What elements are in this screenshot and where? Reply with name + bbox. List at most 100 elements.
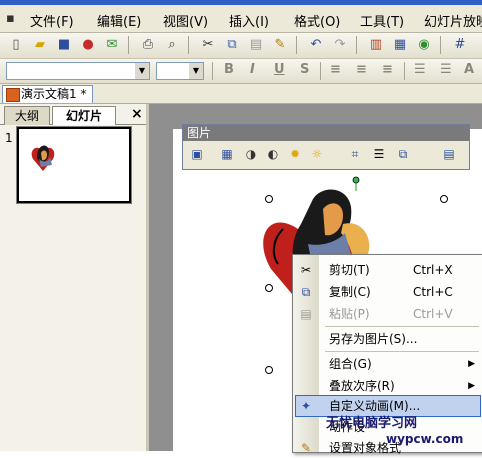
standard-toolbar: ▯ ▰ ■ ● ✉ ⎙ ⌕ ✂ ⧉ ▤ ✎ ↶ ↷ ▥ ▦ ◉ # <box>0 33 482 59</box>
separator <box>440 36 441 54</box>
less-brightness-icon[interactable]: ☼ <box>309 146 325 162</box>
slide-thumbnail[interactable] <box>16 126 132 204</box>
menu-item-order[interactable]: 叠放次序(R) ▶ <box>293 375 482 397</box>
insert-picture-icon[interactable]: ▣ <box>189 146 205 162</box>
print-preview-icon[interactable]: ⌕ <box>164 37 180 53</box>
picture-toolbar-title[interactable]: 图片 <box>183 125 469 141</box>
submenu-arrow-icon: ▶ <box>468 381 475 391</box>
insert-table-icon[interactable]: ▦ <box>392 37 408 53</box>
menu-view[interactable]: 视图(V) <box>163 11 208 30</box>
slide-number: 1 <box>5 131 13 145</box>
compress-pictures-icon[interactable]: ⧉ <box>395 146 411 162</box>
less-contrast-icon[interactable]: ◐ <box>265 146 281 162</box>
menu-item-label: 组合(G) <box>329 357 372 371</box>
menu-separator <box>325 351 479 352</box>
align-center-icon[interactable]: ≡ <box>356 62 367 77</box>
scissors-icon: ✂ <box>300 263 312 277</box>
email-icon[interactable]: ✉ <box>104 37 120 53</box>
resize-handle[interactable] <box>265 195 273 203</box>
chevron-down-icon[interactable]: ▼ <box>189 63 203 79</box>
document-tab-label: 演示文稿1 * <box>21 87 87 101</box>
resize-handle[interactable] <box>265 284 273 292</box>
menu-item-shortcut: Ctrl+V <box>413 307 453 321</box>
shadow-icon[interactable]: S <box>300 62 309 77</box>
panel-tabs: 大纲 幻灯片 × <box>0 104 146 125</box>
menu-item-shortcut: Ctrl+C <box>413 285 453 299</box>
copy-icon[interactable]: ⧉ <box>224 37 240 53</box>
separator <box>188 36 189 54</box>
menu-item-label: 叠放次序(R) <box>329 379 395 393</box>
close-icon[interactable]: × <box>131 106 143 122</box>
bullets-icon[interactable]: ☰ <box>440 62 452 77</box>
menu-item-copy[interactable]: ⧉ 复制(C) Ctrl+C <box>293 281 482 303</box>
menu-item-cut[interactable]: ✂ 剪切(T) Ctrl+X <box>293 259 482 281</box>
format-picture-icon[interactable]: ▤ <box>441 146 457 162</box>
insert-chart-icon[interactable]: ▥ <box>368 37 384 53</box>
menu-tools[interactable]: 工具(T) <box>360 11 404 30</box>
menu-insert[interactable]: 插入(I) <box>229 11 269 30</box>
app-menu-icon[interactable]: ▪ <box>6 11 15 26</box>
redo-icon[interactable]: ↷ <box>332 37 348 53</box>
resize-handle[interactable] <box>265 366 273 374</box>
menu-item-shortcut: Ctrl+X <box>413 263 453 277</box>
menu-edit[interactable]: 编辑(E) <box>97 11 141 30</box>
document-tab-bar: 演示文稿1 * <box>0 84 482 104</box>
print-icon[interactable]: ⎙ <box>140 37 156 53</box>
font-name-combo[interactable]: ▼ <box>6 62 150 80</box>
copy-icon: ⧉ <box>301 285 311 299</box>
paste-icon[interactable]: ▤ <box>248 37 264 53</box>
crop-icon[interactable]: ⌗ <box>347 146 363 162</box>
bold-icon[interactable]: B <box>224 62 234 77</box>
powerpoint-doc-icon <box>6 88 20 102</box>
resize-handle[interactable] <box>440 195 448 203</box>
new-icon[interactable]: ▯ <box>8 37 24 53</box>
menu-item-label: 剪切(T) <box>329 263 370 277</box>
separator <box>128 36 129 54</box>
save-icon[interactable]: ■ <box>56 37 72 53</box>
tab-slides[interactable]: 幻灯片 <box>52 106 116 125</box>
watermark-url: wypcw.com <box>386 432 464 446</box>
tab-outline-label: 大纲 <box>14 109 39 123</box>
format-object-icon: ✎ <box>300 441 312 455</box>
insert-diagram-icon[interactable]: ◉ <box>416 37 432 53</box>
open-icon[interactable]: ▰ <box>32 37 48 53</box>
menu-item-paste[interactable]: ▤ 粘贴(P) Ctrl+V <box>293 303 482 325</box>
submenu-arrow-icon: ▶ <box>468 359 475 369</box>
font-size-combo[interactable]: ▼ <box>156 62 204 80</box>
more-contrast-icon[interactable]: ◑ <box>243 146 259 162</box>
underline-icon[interactable]: U <box>274 62 285 77</box>
menu-separator <box>325 326 479 327</box>
align-right-icon[interactable]: ≡ <box>382 62 393 77</box>
font-grow-icon[interactable]: A <box>464 62 474 77</box>
format-painter-icon[interactable]: ✎ <box>272 37 288 53</box>
paste-icon: ▤ <box>300 307 312 321</box>
menu-item-group[interactable]: 组合(G) ▶ <box>293 353 482 375</box>
menu-item-label: 另存为图片(S)... <box>329 332 418 346</box>
align-left-icon[interactable]: ≡ <box>330 62 341 77</box>
undo-icon[interactable]: ↶ <box>308 37 324 53</box>
thumbnail-clipart-icon <box>31 145 55 171</box>
color-icon[interactable]: ▦ <box>219 146 235 162</box>
menu-slideshow[interactable]: 幻灯片放映 <box>424 11 482 30</box>
picture-toolbar: 图片 ▣ ▦ ◑ ◐ ✹ ☼ ⌗ ☰ ⧉ ▤ <box>182 124 470 170</box>
menu-file[interactable]: 文件(F) <box>30 11 74 30</box>
separator <box>320 62 321 80</box>
formatting-toolbar: ▼ ▼ B I U S ≡ ≡ ≡ ☰ ☰ A <box>0 59 482 84</box>
permission-icon[interactable]: ● <box>80 37 96 53</box>
numbering-icon[interactable]: ☰ <box>414 62 426 77</box>
picture-toolbar-title-text: 图片 <box>187 126 212 140</box>
menu-bar: ▪ 文件(F) 编辑(E) 视图(V) 插入(I) 格式(O) 工具(T) 幻灯… <box>0 5 482 33</box>
chevron-down-icon[interactable]: ▼ <box>135 63 149 79</box>
more-brightness-icon[interactable]: ✹ <box>287 146 303 162</box>
menu-format[interactable]: 格式(O) <box>294 11 340 30</box>
line-style-icon[interactable]: ☰ <box>371 146 387 162</box>
menu-item-save-as-picture[interactable]: 另存为图片(S)... <box>293 328 482 350</box>
separator <box>212 62 213 80</box>
slides-panel: 大纲 幻灯片 × 1 <box>0 104 149 451</box>
italic-icon[interactable]: I <box>250 62 255 77</box>
tab-outline[interactable]: 大纲 <box>4 106 50 125</box>
animation-icon: ✦ <box>300 399 312 413</box>
document-tab[interactable]: 演示文稿1 * <box>2 85 94 103</box>
cut-icon[interactable]: ✂ <box>200 37 216 53</box>
grid-icon[interactable]: # <box>452 37 468 53</box>
